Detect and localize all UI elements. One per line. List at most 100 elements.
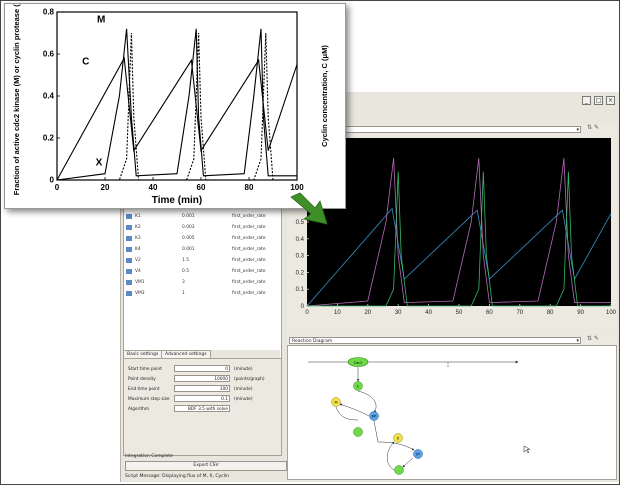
- y-tick-label: 0.8: [43, 8, 55, 17]
- x-tick-label: 60: [486, 310, 493, 316]
- settings-row: Maximum step size 0.1 (minute): [128, 395, 278, 404]
- x-tick-label: 0: [305, 310, 309, 316]
- diagram-node-m[interactable]: M: [334, 401, 337, 405]
- parameter-row[interactable]: K4 0.001 first_order_rate: [126, 245, 278, 255]
- parameter-value[interactable]: 0.001: [182, 247, 195, 252]
- y-axis-label: Fraction of active cdc2 kinase (M) or cy…: [12, 4, 21, 195]
- setting-field[interactable]: 0.1: [174, 395, 230, 402]
- x-tick-label: 90: [577, 310, 584, 316]
- parameter-type: first_order_rate: [232, 236, 266, 241]
- setting-field[interactable]: 10000: [174, 375, 230, 382]
- x-tick-label: 80: [245, 183, 254, 192]
- parameter-type: first_order_rate: [232, 291, 266, 296]
- parameter-name: VM3: [135, 291, 145, 296]
- x-tick-label: 10: [334, 310, 341, 316]
- close-icon[interactable]: ×: [606, 96, 615, 105]
- parameter-value[interactable]: 1.5: [182, 258, 189, 263]
- y-tick-label: 0.1: [296, 287, 305, 293]
- paper-figure: 0 20 40 60 80 100 0 0.2 0.4 0.6 0.8 Time (min) Fract…: [4, 0, 346, 209]
- y-tick-label: 0.3: [296, 254, 305, 260]
- annotation-label: M: [97, 15, 105, 26]
- y-tick-label: 0.4: [43, 92, 55, 101]
- y-tick-label: 0.2: [43, 134, 55, 143]
- diagram-node-m-star[interactable]: M*: [372, 415, 377, 419]
- mouse-cursor-icon: [523, 445, 531, 454]
- setting-unit: (points/graph): [234, 377, 265, 382]
- setting-unit: (minute): [234, 387, 253, 392]
- setting-field[interactable]: 100: [174, 385, 230, 392]
- diagram-node-cdc2[interactable]: Cdc2: [354, 361, 363, 365]
- diagram-toolbar: Reaction Diagram ▾ ⇅ ✎: [287, 335, 617, 345]
- x-tick-label: 100: [606, 310, 617, 316]
- parameter-value[interactable]: 3: [182, 280, 185, 285]
- plot-tools: ⇅ ✎: [587, 124, 599, 131]
- setting-field[interactable]: BDF 3.5 with solve: [174, 405, 230, 412]
- settings-row: End time point 100 (minute): [128, 385, 278, 394]
- x-tick-label: 80: [547, 310, 554, 316]
- pin-icon[interactable]: ✎: [594, 335, 599, 342]
- settings-row: Point density 10000 (points/graph): [128, 375, 278, 384]
- settings-panel: Basic settings Advanced settings Start t…: [123, 350, 282, 456]
- export-csv-button[interactable]: Export CSV: [125, 461, 287, 471]
- parameter-row[interactable]: K2 0.003 first_order_rate: [126, 223, 278, 233]
- minimize-icon[interactable]: _: [582, 96, 591, 105]
- parameter-row[interactable]: V2 1.5 first_order_rate: [126, 256, 278, 266]
- series-line-c: [56, 56, 298, 181]
- parameter-name: VM1: [135, 280, 145, 285]
- parameter-value[interactable]: 0.5: [182, 269, 189, 274]
- parameter-row[interactable]: VM1 3 first_order_rate: [126, 278, 278, 288]
- parameter-type: first_order_rate: [232, 214, 266, 219]
- x-tick-label: 50: [456, 310, 463, 316]
- axis-tool-icon[interactable]: ⇅: [587, 335, 592, 342]
- x-tick-label: 100: [290, 183, 304, 192]
- parameter-icon: [126, 280, 132, 285]
- x-axis-label: Time (min): [152, 195, 202, 206]
- parameter-row[interactable]: V4 0.5 first_order_rate: [126, 267, 278, 277]
- parameter-icon: [126, 291, 132, 296]
- parameter-value[interactable]: 1: [182, 291, 185, 296]
- diagram-select-value: Reaction Diagram: [292, 339, 333, 344]
- setting-label: Start time point: [128, 367, 162, 372]
- annotation-label: C: [82, 57, 89, 68]
- pin-icon[interactable]: ✎: [594, 124, 599, 131]
- parameter-icon: [126, 236, 132, 241]
- annotation-label: X: [96, 157, 103, 168]
- green-arrow-icon: [290, 192, 328, 225]
- paper-oscillation-chart: 0 20 40 60 80 100 0 0.2 0.4 0.6 0.8 Time (min) Fract…: [12, 0, 329, 206]
- parameter-icon: [126, 258, 132, 263]
- parameter-name: K1: [135, 214, 141, 219]
- parameter-icon: [126, 225, 132, 230]
- parameter-name: V2: [135, 258, 141, 263]
- parameter-icon: [126, 214, 132, 219]
- reaction-diagram-canvas: Cdc2 C M M* X X*: [308, 357, 531, 475]
- setting-label: Algorithm: [128, 407, 150, 412]
- parameter-icon: [126, 269, 132, 274]
- parameter-value[interactable]: 0.005: [182, 236, 195, 241]
- window-controls: _ □ ×: [582, 96, 615, 105]
- setting-unit: (minute): [234, 367, 253, 372]
- right-axis-label: Cyclin concentration, C (μM): [320, 45, 329, 147]
- x-tick-label: 20: [101, 183, 110, 192]
- parameter-row[interactable]: K3 0.005 first_order_rate: [126, 234, 278, 244]
- x-tick-label: 40: [149, 183, 158, 192]
- x-tick-label: 0: [55, 183, 60, 192]
- x-tick-label: 20: [364, 310, 371, 316]
- x-tick-label: 40: [425, 310, 432, 316]
- y-tick-label: 0.4: [296, 237, 305, 243]
- maximize-icon[interactable]: □: [594, 96, 603, 105]
- x-tick-label: 70: [516, 310, 523, 316]
- diagram-node-x-star[interactable]: X*: [416, 453, 420, 457]
- setting-field[interactable]: 0: [174, 365, 230, 372]
- parameter-name: K2: [135, 225, 141, 230]
- parameter-type: first_order_rate: [232, 225, 266, 230]
- y-tick-label: 0: [301, 304, 305, 310]
- axis-tool-icon[interactable]: ⇅: [587, 124, 592, 131]
- parameter-icon: [126, 247, 132, 252]
- parameter-value[interactable]: 0.001: [182, 214, 195, 219]
- diagram-select[interactable]: Reaction Diagram ▾: [289, 337, 581, 344]
- parameter-row[interactable]: K1 0.001 first_order_rate: [126, 212, 278, 222]
- setting-label: Maximum step size: [128, 397, 170, 402]
- parameter-row[interactable]: VM3 1 first_order_rate: [126, 289, 278, 299]
- setting-label: Point density: [128, 377, 156, 382]
- parameter-value[interactable]: 0.003: [182, 225, 195, 230]
